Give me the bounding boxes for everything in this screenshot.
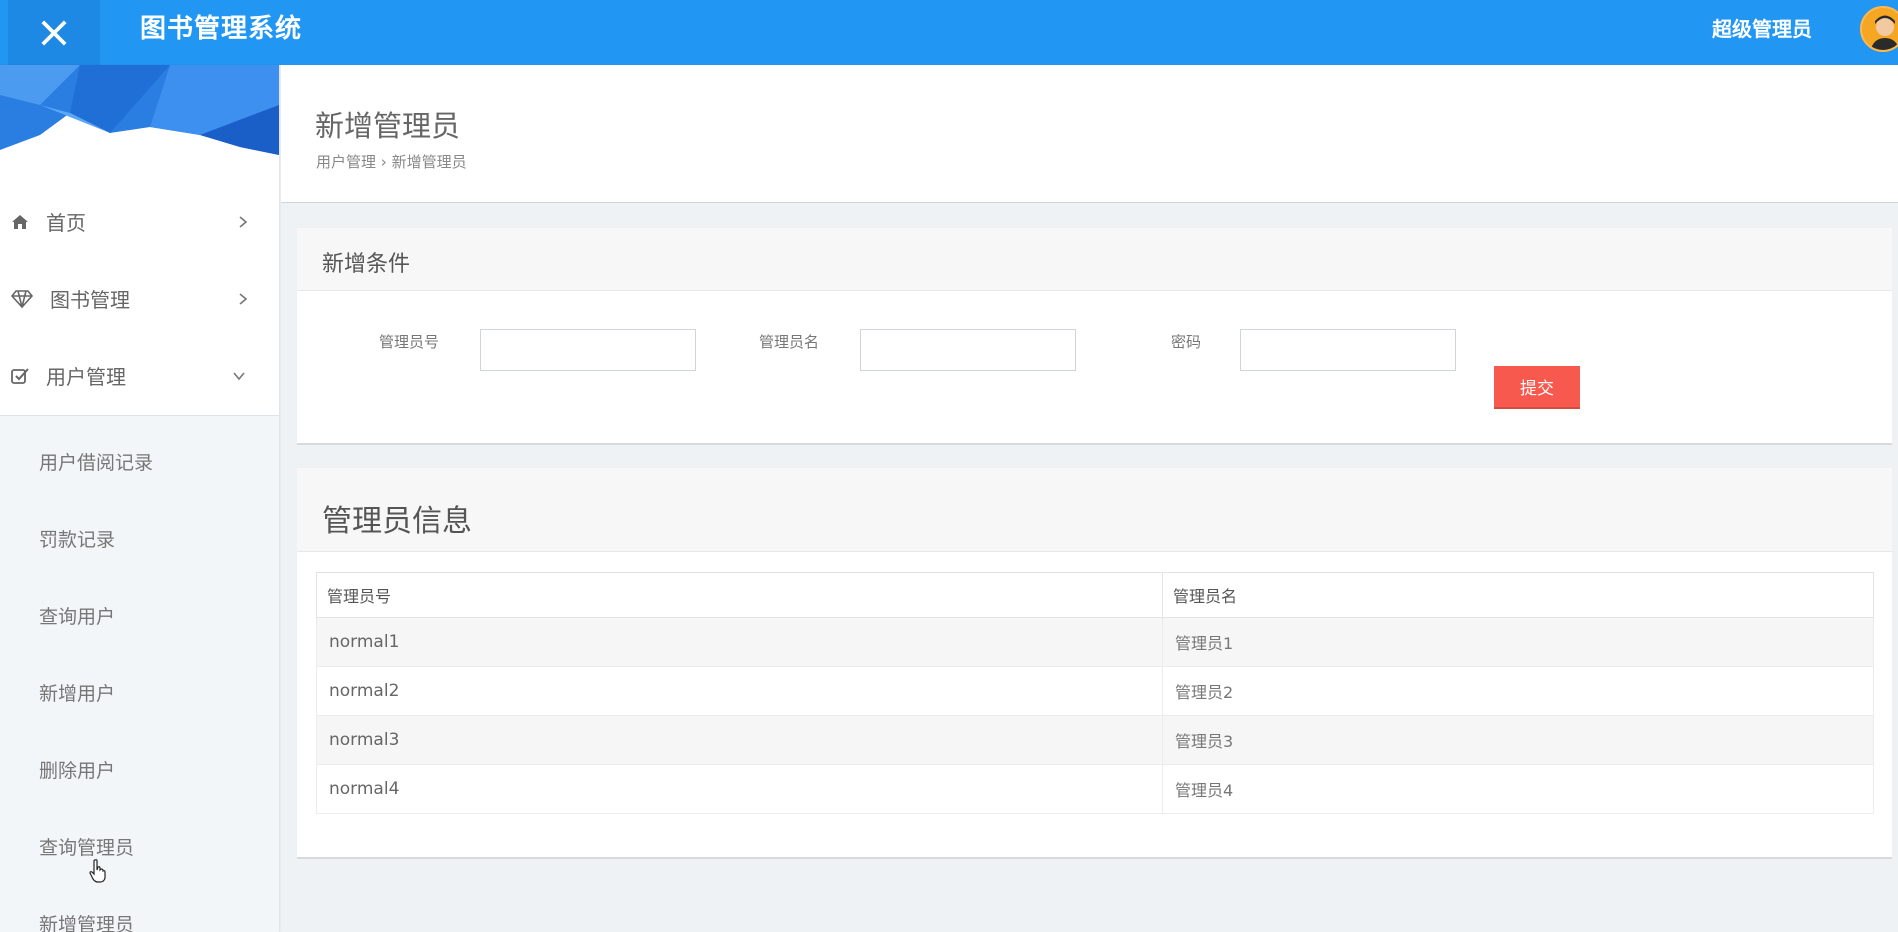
cell-admin-name: 管理员2: [1162, 666, 1874, 716]
sidebar-item-label: 用户管理: [46, 365, 126, 389]
hand-cursor-icon: [89, 859, 106, 883]
home-icon: [12, 214, 28, 229]
submenu-item-query-admin[interactable]: 查询管理员: [39, 833, 134, 860]
table-row[interactable]: normal1 管理员1: [316, 617, 1874, 667]
admin-name-input[interactable]: [860, 329, 1076, 371]
breadcrumb-current: 新增管理员: [391, 153, 467, 171]
admin-id-label: 管理员号: [379, 333, 440, 351]
sidebar-banner: [0, 65, 279, 160]
panel-title: 管理员信息: [322, 504, 472, 539]
sidebar-item-label: 图书管理: [50, 288, 130, 312]
table-row[interactable]: normal4 管理员4: [316, 764, 1874, 814]
page-title: 新增管理员: [315, 109, 461, 143]
password-input[interactable]: [1240, 329, 1456, 371]
submit-button[interactable]: 提交: [1494, 366, 1580, 407]
submenu-item-add-admin[interactable]: 新增管理员: [39, 910, 134, 932]
close-icon: [41, 19, 67, 46]
column-header-admin-name[interactable]: 管理员名: [1162, 572, 1874, 618]
submenu-item-delete-user[interactable]: 删除用户: [39, 756, 115, 783]
submenu-item-add-user[interactable]: 新增用户: [39, 679, 115, 706]
admin-table: 管理员号 管理员名 normal1 管理员1 normal2 管理员2 norm…: [316, 572, 1874, 814]
table-row[interactable]: normal2 管理员2: [316, 666, 1874, 716]
cell-admin-id: normal3: [316, 715, 1163, 765]
breadcrumb-parent[interactable]: 用户管理: [316, 153, 376, 171]
panel-header: 新增条件: [297, 228, 1892, 291]
sidebar-item-label: 首页: [46, 211, 86, 235]
panel-header: 管理员信息: [297, 468, 1892, 552]
chevron-right-icon: [239, 292, 248, 305]
submenu-item-borrow-records[interactable]: 用户借阅记录: [39, 448, 153, 475]
submenu-item-fine-records[interactable]: 罚款记录: [39, 525, 115, 552]
breadcrumb-separator: ›: [380, 153, 387, 171]
cell-admin-id: normal1: [316, 617, 1163, 667]
cell-admin-name: 管理员3: [1162, 715, 1874, 765]
sidebar-item-books[interactable]: 图书管理: [0, 260, 279, 337]
app-title: 图书管理系统: [140, 14, 303, 44]
avatar[interactable]: [1860, 6, 1898, 52]
users-submenu: 用户借阅记录 罚款记录 查询用户 新增用户 删除用户 查询管理员 新增管理员: [0, 415, 279, 932]
sidebar-item-users[interactable]: 用户管理: [0, 337, 279, 414]
panel-title: 新增条件: [322, 252, 411, 277]
cell-admin-id: normal2: [316, 666, 1163, 716]
user-name[interactable]: 超级管理员: [1712, 0, 1812, 65]
cell-admin-name: 管理员4: [1162, 764, 1874, 814]
submenu-item-query-user[interactable]: 查询用户: [39, 602, 115, 629]
top-bar: 图书管理系统 超级管理员: [0, 0, 1898, 65]
cell-admin-name: 管理员1: [1162, 617, 1874, 667]
sidebar: 首页 图书管理 用户管理 用户借阅记录 罚款记录 查询用户 新增用户 删除用户 …: [0, 65, 279, 932]
sidebar-item-home[interactable]: 首页: [0, 183, 279, 260]
chevron-down-icon: [233, 371, 245, 380]
password-label: 密码: [1171, 333, 1202, 351]
table-header-row: 管理员号 管理员名: [316, 572, 1874, 618]
admin-id-input[interactable]: [480, 329, 696, 371]
breadcrumb: 用户管理 › 新增管理员: [316, 151, 467, 172]
admin-name-label: 管理员名: [759, 333, 820, 351]
sidebar-toggle-button[interactable]: [8, 0, 100, 65]
diamond-icon: [10, 289, 34, 308]
table-row[interactable]: normal3 管理员3: [316, 715, 1874, 765]
page-header: 新增管理员 用户管理 › 新增管理员: [281, 65, 1898, 203]
cell-admin-id: normal4: [316, 764, 1163, 814]
check-square-icon: [11, 367, 29, 384]
column-header-admin-id[interactable]: 管理员号: [316, 572, 1163, 618]
chevron-right-icon: [239, 215, 248, 228]
